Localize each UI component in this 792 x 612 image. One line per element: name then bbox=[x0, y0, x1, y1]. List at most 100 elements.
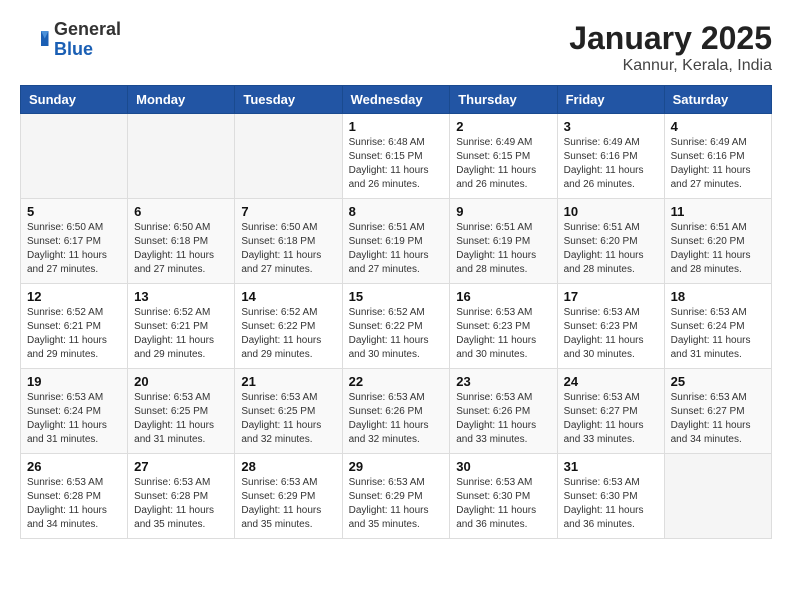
page-header: General Blue January 2025 Kannur, Kerala… bbox=[20, 20, 772, 75]
logo-icon bbox=[20, 25, 50, 55]
day-info: Sunrise: 6:53 AMSunset: 6:29 PMDaylight:… bbox=[349, 476, 444, 532]
day-info: Sunrise: 6:53 AMSunset: 6:30 PMDaylight:… bbox=[564, 476, 658, 532]
calendar-cell: 30Sunrise: 6:53 AMSunset: 6:30 PMDayligh… bbox=[450, 454, 557, 539]
calendar-cell: 21 Sunrise: 6:53 AMSunset: 6:25 PMDayligh… bbox=[235, 369, 342, 454]
day-number: 31 bbox=[564, 459, 658, 474]
calendar-cell: 19 Sunrise: 6:53 AMSunset: 6:24 PMDayligh… bbox=[21, 369, 128, 454]
day-number: 15 bbox=[349, 289, 444, 304]
weekday-header-monday: Monday bbox=[128, 86, 235, 114]
calendar-cell: 14 Sunrise: 6:52 AMSunset: 6:22 PMDayligh… bbox=[235, 284, 342, 369]
day-info: Sunrise: 6:52 AMSunset: 6:22 PMDaylight:… bbox=[241, 306, 335, 362]
calendar-table: SundayMondayTuesdayWednesdayThursdayFrid… bbox=[20, 85, 772, 539]
calendar-cell: 1 Sunrise: 6:48 AMSunset: 6:15 PMDaylight… bbox=[342, 114, 450, 199]
calendar-cell: 12 Sunrise: 6:52 AMSunset: 6:21 PMDayligh… bbox=[21, 284, 128, 369]
day-number: 16 bbox=[456, 289, 550, 304]
day-number: 6 bbox=[134, 204, 228, 219]
day-number: 19 bbox=[27, 374, 121, 389]
day-number: 14 bbox=[241, 289, 335, 304]
calendar-cell bbox=[664, 454, 771, 539]
calendar-cell: 24 Sunrise: 6:53 AMSunset: 6:27 PMDayligh… bbox=[557, 369, 664, 454]
day-info: Sunrise: 6:53 AMSunset: 6:23 PMDaylight:… bbox=[456, 306, 550, 362]
week-row-4: 19 Sunrise: 6:53 AMSunset: 6:24 PMDayligh… bbox=[21, 369, 772, 454]
calendar-cell: 20 Sunrise: 6:53 AMSunset: 6:25 PMDayligh… bbox=[128, 369, 235, 454]
day-info: Sunrise: 6:53 AMSunset: 6:24 PMDaylight:… bbox=[671, 306, 765, 362]
calendar-cell: 8Sunrise: 6:51 AMSunset: 6:19 PMDaylight… bbox=[342, 199, 450, 284]
calendar-cell: 28 Sunrise: 6:53 AMSunset: 6:29 PMDayligh… bbox=[235, 454, 342, 539]
day-info: Sunrise: 6:53 AMSunset: 6:26 PMDaylight:… bbox=[349, 391, 444, 447]
day-info: Sunrise: 6:51 AMSunset: 6:19 PMDaylight:… bbox=[456, 221, 550, 277]
day-info: Sunrise: 6:53 AMSunset: 6:29 PMDaylight:… bbox=[241, 476, 335, 532]
weekday-header-thursday: Thursday bbox=[450, 86, 557, 114]
day-info: Sunrise: 6:52 AMSunset: 6:21 PMDaylight:… bbox=[134, 306, 228, 362]
day-number: 20 bbox=[134, 374, 228, 389]
weekday-header-tuesday: Tuesday bbox=[235, 86, 342, 114]
day-info: Sunrise: 6:49 AMSunset: 6:15 PMDaylight:… bbox=[456, 136, 550, 192]
calendar-cell bbox=[235, 114, 342, 199]
calendar-cell: 10 Sunrise: 6:51 AMSunset: 6:20 PMDayligh… bbox=[557, 199, 664, 284]
day-info: Sunrise: 6:53 AMSunset: 6:26 PMDaylight:… bbox=[456, 391, 550, 447]
calendar-cell bbox=[21, 114, 128, 199]
day-number: 29 bbox=[349, 459, 444, 474]
weekday-header-row: SundayMondayTuesdayWednesdayThursdayFrid… bbox=[21, 86, 772, 114]
calendar-cell: 6Sunrise: 6:50 AMSunset: 6:18 PMDaylight… bbox=[128, 199, 235, 284]
weekday-header-wednesday: Wednesday bbox=[342, 86, 450, 114]
day-info: Sunrise: 6:53 AMSunset: 6:25 PMDaylight:… bbox=[241, 391, 335, 447]
calendar-cell: 17 Sunrise: 6:53 AMSunset: 6:23 PMDayligh… bbox=[557, 284, 664, 369]
calendar-cell: 22 Sunrise: 6:53 AMSunset: 6:26 PMDayligh… bbox=[342, 369, 450, 454]
day-info: Sunrise: 6:53 AMSunset: 6:23 PMDaylight:… bbox=[564, 306, 658, 362]
calendar-cell: 23 Sunrise: 6:53 AMSunset: 6:26 PMDayligh… bbox=[450, 369, 557, 454]
day-number: 4 bbox=[671, 119, 765, 134]
day-number: 30 bbox=[456, 459, 550, 474]
day-number: 25 bbox=[671, 374, 765, 389]
calendar-cell: 7 Sunrise: 6:50 AMSunset: 6:18 PMDaylight… bbox=[235, 199, 342, 284]
day-number: 17 bbox=[564, 289, 658, 304]
calendar-cell: 15Sunrise: 6:52 AMSunset: 6:22 PMDayligh… bbox=[342, 284, 450, 369]
day-info: Sunrise: 6:48 AMSunset: 6:15 PMDaylight:… bbox=[349, 136, 444, 192]
logo-general-text: General bbox=[54, 20, 121, 40]
day-info: Sunrise: 6:52 AMSunset: 6:21 PMDaylight:… bbox=[27, 306, 121, 362]
day-info: Sunrise: 6:49 AMSunset: 6:16 PMDaylight:… bbox=[671, 136, 765, 192]
day-number: 24 bbox=[564, 374, 658, 389]
day-info: Sunrise: 6:49 AMSunset: 6:16 PMDaylight:… bbox=[564, 136, 658, 192]
day-number: 21 bbox=[241, 374, 335, 389]
day-number: 12 bbox=[27, 289, 121, 304]
day-info: Sunrise: 6:53 AMSunset: 6:24 PMDaylight:… bbox=[27, 391, 121, 447]
title-block: January 2025 Kannur, Kerala, India bbox=[569, 20, 772, 75]
logo: General Blue bbox=[20, 20, 121, 60]
calendar-cell: 4 Sunrise: 6:49 AMSunset: 6:16 PMDaylight… bbox=[664, 114, 771, 199]
calendar-cell: 2 Sunrise: 6:49 AMSunset: 6:15 PMDaylight… bbox=[450, 114, 557, 199]
day-number: 10 bbox=[564, 204, 658, 219]
weekday-header-saturday: Saturday bbox=[664, 86, 771, 114]
day-info: Sunrise: 6:51 AMSunset: 6:20 PMDaylight:… bbox=[564, 221, 658, 277]
calendar-cell: 11Sunrise: 6:51 AMSunset: 6:20 PMDayligh… bbox=[664, 199, 771, 284]
calendar-cell: 27Sunrise: 6:53 AMSunset: 6:28 PMDayligh… bbox=[128, 454, 235, 539]
calendar-cell: 3 Sunrise: 6:49 AMSunset: 6:16 PMDaylight… bbox=[557, 114, 664, 199]
day-info: Sunrise: 6:53 AMSunset: 6:25 PMDaylight:… bbox=[134, 391, 228, 447]
calendar-cell: 5Sunrise: 6:50 AMSunset: 6:17 PMDaylight… bbox=[21, 199, 128, 284]
calendar-cell: 31 Sunrise: 6:53 AMSunset: 6:30 PMDayligh… bbox=[557, 454, 664, 539]
week-row-2: 5Sunrise: 6:50 AMSunset: 6:17 PMDaylight… bbox=[21, 199, 772, 284]
day-number: 5 bbox=[27, 204, 121, 219]
day-number: 2 bbox=[456, 119, 550, 134]
week-row-5: 26Sunrise: 6:53 AMSunset: 6:28 PMDayligh… bbox=[21, 454, 772, 539]
day-number: 18 bbox=[671, 289, 765, 304]
day-number: 22 bbox=[349, 374, 444, 389]
day-number: 26 bbox=[27, 459, 121, 474]
day-number: 3 bbox=[564, 119, 658, 134]
day-number: 1 bbox=[349, 119, 444, 134]
calendar-cell bbox=[128, 114, 235, 199]
day-info: Sunrise: 6:51 AMSunset: 6:19 PMDaylight:… bbox=[349, 221, 444, 277]
day-number: 7 bbox=[241, 204, 335, 219]
calendar-cell: 13 Sunrise: 6:52 AMSunset: 6:21 PMDayligh… bbox=[128, 284, 235, 369]
calendar-cell: 16 Sunrise: 6:53 AMSunset: 6:23 PMDayligh… bbox=[450, 284, 557, 369]
calendar-cell: 29 Sunrise: 6:53 AMSunset: 6:29 PMDayligh… bbox=[342, 454, 450, 539]
day-info: Sunrise: 6:51 AMSunset: 6:20 PMDaylight:… bbox=[671, 221, 765, 277]
day-number: 28 bbox=[241, 459, 335, 474]
day-number: 23 bbox=[456, 374, 550, 389]
logo-text: General Blue bbox=[54, 20, 121, 60]
day-info: Sunrise: 6:50 AMSunset: 6:18 PMDaylight:… bbox=[241, 221, 335, 277]
week-row-1: 1 Sunrise: 6:48 AMSunset: 6:15 PMDaylight… bbox=[21, 114, 772, 199]
calendar-cell: 26Sunrise: 6:53 AMSunset: 6:28 PMDayligh… bbox=[21, 454, 128, 539]
day-number: 13 bbox=[134, 289, 228, 304]
day-info: Sunrise: 6:53 AMSunset: 6:27 PMDaylight:… bbox=[564, 391, 658, 447]
